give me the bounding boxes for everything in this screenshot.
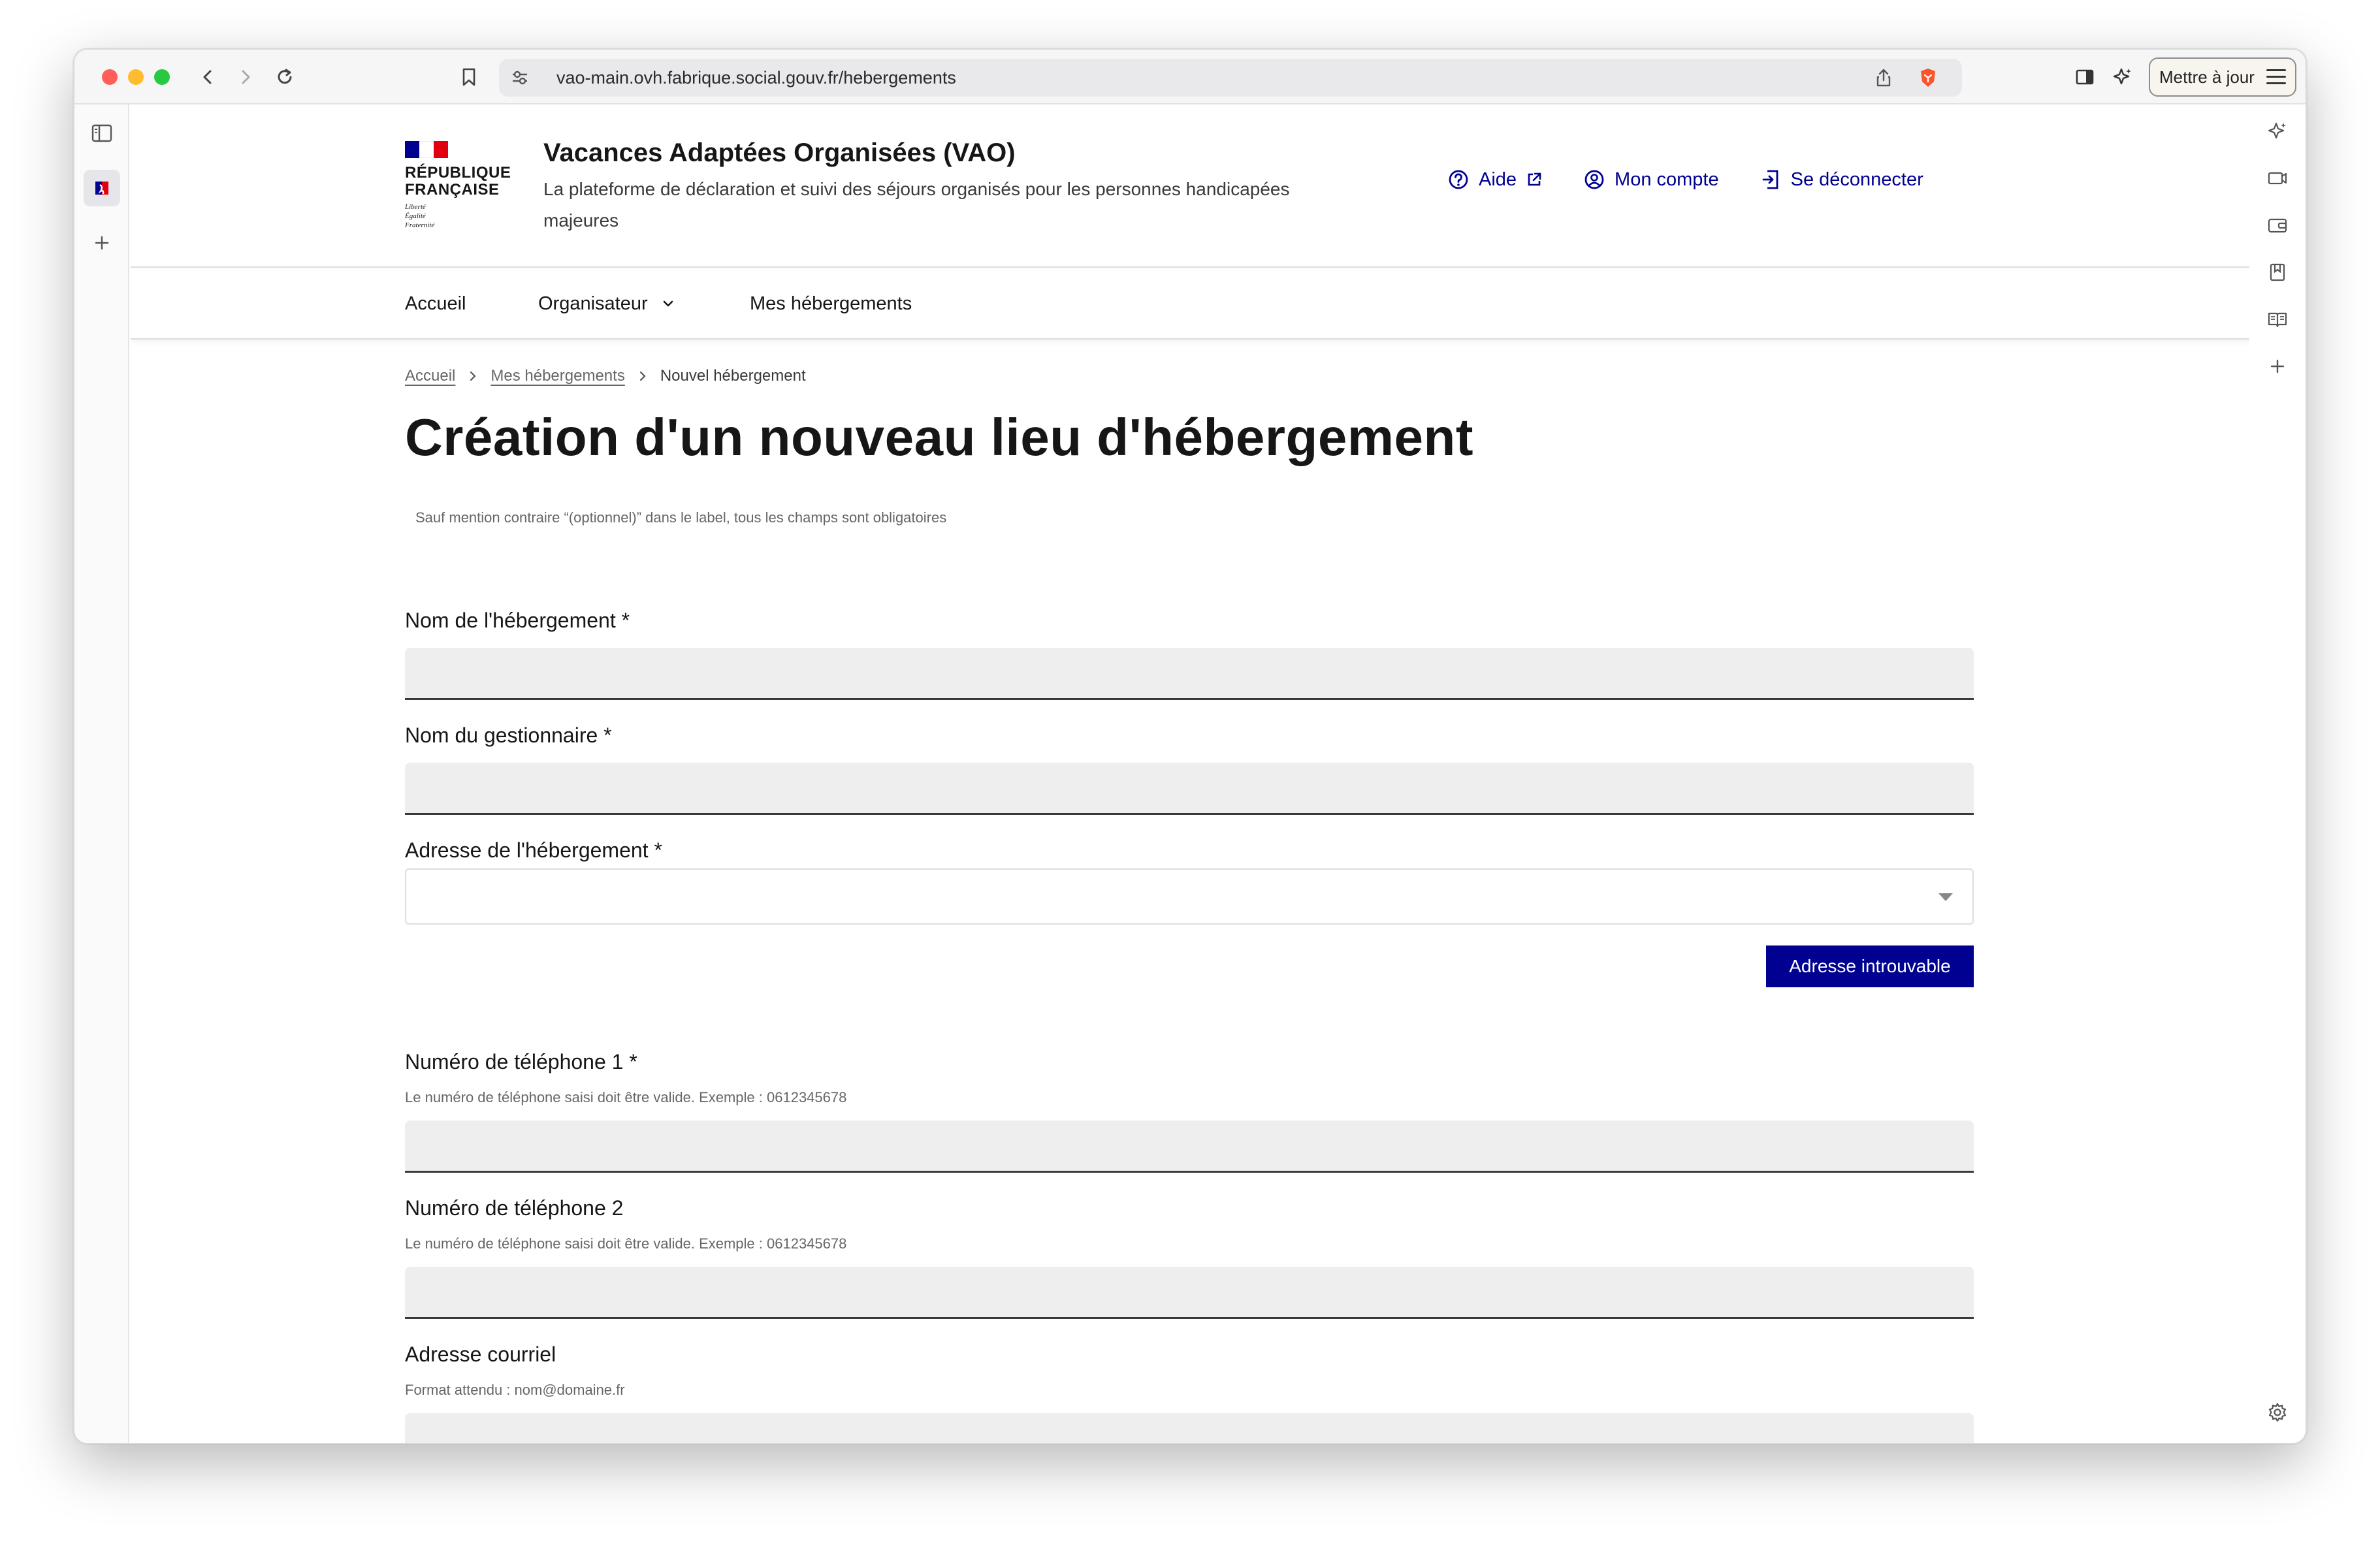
- site-tagline: La plateforme de déclaration et suivi de…: [543, 179, 1290, 230]
- site-settings-icon[interactable]: [506, 63, 534, 92]
- phone1-label: Numéro de téléphone 1 *: [405, 1050, 637, 1073]
- phone2-hint: Le numéro de téléphone saisi doit être v…: [405, 1235, 847, 1252]
- minimize-window-button[interactable]: [128, 69, 144, 85]
- site-title[interactable]: Vacances Adaptées Organisées (VAO): [543, 138, 1016, 168]
- zoom-window-button[interactable]: [154, 69, 170, 85]
- breadcrumb-lodgings[interactable]: Mes hébergements: [490, 367, 624, 385]
- phone1-input[interactable]: [405, 1120, 1974, 1173]
- phone2-input[interactable]: [405, 1267, 1974, 1319]
- forward-icon[interactable]: [231, 63, 260, 91]
- add-panel-icon[interactable]: [2262, 351, 2292, 381]
- menu-icon: [2266, 69, 2286, 85]
- reload-icon[interactable]: [270, 63, 299, 91]
- email-input[interactable]: [405, 1413, 1974, 1443]
- manager-name-label: Nom du gestionnaire *: [405, 723, 612, 747]
- update-button-label: Mettre à jour: [2159, 67, 2255, 87]
- page-title: Création d'un nouveau lieu d'hébergement: [405, 408, 1474, 466]
- sidebar-toggle-icon[interactable]: [2070, 63, 2099, 91]
- motto-line-1: Liberté: [405, 203, 426, 211]
- chevron-right-icon: [639, 371, 646, 381]
- logout-link-label: Se déconnecter: [1790, 168, 1923, 190]
- close-window-button[interactable]: [102, 69, 118, 85]
- question-circle-icon: [1449, 170, 1468, 189]
- breadcrumb-current: Nouvel hébergement: [660, 367, 806, 385]
- gear-icon[interactable]: [2262, 1397, 2292, 1427]
- phone2-label: Numéro de téléphone 2: [405, 1196, 624, 1220]
- chevron-down-icon: [663, 300, 673, 307]
- lodging-name-input[interactable]: [405, 648, 1974, 700]
- nav-item-organizer-label: Organisateur: [538, 293, 648, 314]
- url-text: vao-main.ovh.fabrique.social.gouv.fr/heb…: [556, 68, 956, 87]
- vertical-tabs-rail: [74, 104, 129, 1443]
- nav-item-home[interactable]: Accueil: [405, 269, 466, 338]
- brave-shield-icon[interactable]: [1914, 63, 1942, 92]
- email-label: Adresse courriel: [405, 1342, 556, 1366]
- chevron-right-icon: [470, 371, 476, 381]
- republique-francaise-logo[interactable]: RÉPUBLIQUE FRANÇAISE Liberté Égalité Fra…: [405, 141, 523, 230]
- logo-line-1: RÉPUBLIQUE: [405, 164, 511, 182]
- account-link[interactable]: Mon compte: [1583, 168, 1719, 191]
- lodging-name-label: Nom de l'hébergement *: [405, 609, 630, 632]
- leo-ai-icon[interactable]: [2108, 63, 2137, 91]
- help-link[interactable]: Aide: [1447, 168, 1543, 191]
- account-link-label: Mon compte: [1615, 168, 1719, 190]
- address-bar[interactable]: vao-main.ovh.fabrique.social.gouv.fr/heb…: [499, 59, 1962, 97]
- logout-icon: [1762, 170, 1778, 189]
- motto-line-3: Fraternité: [405, 221, 435, 229]
- logout-link[interactable]: Se déconnecter: [1760, 168, 1923, 191]
- back-icon[interactable]: [193, 63, 222, 91]
- web-page: RÉPUBLIQUE FRANÇAISE Liberté Égalité Fra…: [131, 104, 2251, 1443]
- breadcrumb-home[interactable]: Accueil: [405, 367, 455, 385]
- playlist-icon[interactable]: [2262, 163, 2292, 193]
- phone1-hint: Le numéro de téléphone saisi doit être v…: [405, 1089, 847, 1105]
- email-hint: Format attendu : nom@domaine.fr: [405, 1382, 625, 1398]
- sidebar-panel-icon[interactable]: [84, 115, 120, 151]
- browser-toolbar: vao-main.ovh.fabrique.social.gouv.fr/heb…: [74, 50, 2306, 104]
- tab-marianne-favicon[interactable]: [84, 170, 120, 206]
- address-select[interactable]: [405, 868, 1974, 925]
- breadcrumb: Accueil Mes hébergements Nouvel hébergem…: [405, 367, 806, 385]
- motto-line-2: Égalité: [405, 212, 426, 220]
- update-button[interactable]: Mettre à jour: [2149, 57, 2296, 97]
- required-fields-hint: Sauf mention contraire “(optionnel)” dan…: [415, 509, 947, 526]
- browser-side-rail: [2249, 104, 2306, 1443]
- flag-icon: [405, 141, 448, 158]
- reading-list-icon[interactable]: [2262, 304, 2292, 334]
- user-circle-icon: [1584, 170, 1604, 189]
- external-link-icon: [1528, 172, 1541, 186]
- leo-sidebar-icon[interactable]: [2262, 116, 2292, 146]
- nav-item-lodgings[interactable]: Mes hébergements: [750, 269, 912, 338]
- nav-item-organizer[interactable]: Organisateur: [538, 269, 675, 338]
- new-tab-icon[interactable]: [84, 225, 120, 261]
- share-icon[interactable]: [1869, 63, 1898, 92]
- main-navigation: Accueil Organisateur Mes hébergements: [131, 269, 2251, 340]
- wallet-icon[interactable]: [2262, 210, 2292, 240]
- bookmark-icon[interactable]: [455, 63, 483, 91]
- site-header: RÉPUBLIQUE FRANÇAISE Liberté Égalité Fra…: [131, 104, 2251, 268]
- address-not-found-button[interactable]: Adresse introuvable: [1766, 945, 1974, 987]
- bookmarks-panel-icon[interactable]: [2262, 257, 2292, 287]
- address-label: Adresse de l'hébergement *: [405, 838, 662, 862]
- manager-name-input[interactable]: [405, 763, 1974, 815]
- logo-line-2: FRANÇAISE: [405, 181, 500, 199]
- header-links: Aide Mon compte Se déconnecter: [1447, 168, 1923, 191]
- browser-window: vao-main.ovh.fabrique.social.gouv.fr/heb…: [73, 48, 2307, 1444]
- caret-down-icon: [1938, 893, 1953, 901]
- help-link-label: Aide: [1479, 168, 1517, 190]
